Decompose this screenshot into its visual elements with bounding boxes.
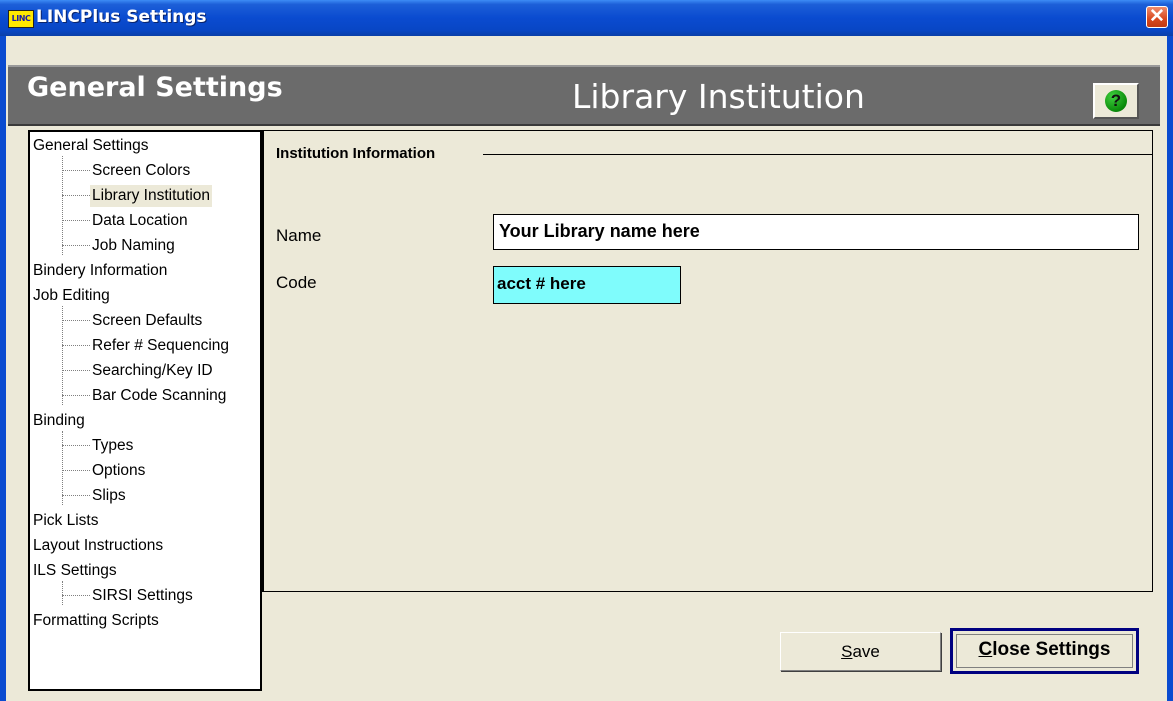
close-settings-button[interactable]: Close Settings: [950, 628, 1139, 674]
tree-item-screen-colors[interactable]: Screen Colors: [92, 160, 190, 182]
tree-connector: [62, 495, 90, 496]
code-label: Code: [276, 273, 317, 292]
tree-item-binding[interactable]: Binding: [33, 410, 85, 432]
focus-rectangle: [956, 634, 1133, 668]
tree-connector: [62, 370, 90, 371]
close-window-button[interactable]: ✕: [1146, 6, 1168, 28]
tree-connector: [62, 320, 90, 321]
page-title: Library Institution: [572, 77, 865, 116]
tree-connector: [62, 395, 90, 396]
tree-connector: [62, 170, 90, 171]
group-divider: [483, 154, 1153, 155]
content-panel: [262, 130, 1153, 592]
app-logo-icon: LINC: [8, 10, 34, 28]
tree-item-data-location[interactable]: Data Location: [92, 210, 188, 232]
name-field[interactable]: Your Library name here: [493, 214, 1139, 250]
group-title: Institution Information: [276, 145, 444, 162]
tree-item-searching-key-id[interactable]: Searching/Key ID: [92, 360, 213, 382]
tree-connector: [62, 431, 63, 505]
save-label: ave: [852, 642, 880, 661]
tree-item-job-editing[interactable]: Job Editing: [33, 285, 110, 307]
tree-connector: [62, 345, 90, 346]
window-frame-left: [0, 36, 6, 701]
tree-item-types[interactable]: Types: [92, 435, 133, 457]
tree-item-refer-sequencing[interactable]: Refer # Sequencing: [92, 335, 229, 357]
tree-item-formatting-scripts[interactable]: Formatting Scripts: [33, 610, 159, 632]
close-icon: ✕: [1149, 6, 1165, 27]
tree-connector: [62, 220, 90, 221]
tree-item-sirsi-settings[interactable]: SIRSI Settings: [92, 585, 193, 607]
tree-connector: [62, 581, 63, 605]
tree-connector: [62, 445, 90, 446]
tree-item-bar-code-scanning[interactable]: Bar Code Scanning: [92, 385, 226, 407]
tree-connector: [62, 470, 90, 471]
window-title: LINCPlus Settings: [36, 7, 207, 27]
tree-item-job-naming[interactable]: Job Naming: [92, 235, 175, 257]
title-bar[interactable]: LINC LINCPlus Settings ✕: [0, 0, 1173, 36]
code-field[interactable]: acct # here: [493, 266, 681, 304]
window-frame-right: [1167, 36, 1173, 701]
tree-item-general-settings[interactable]: General Settings: [33, 135, 148, 157]
tree-connector: [62, 245, 90, 246]
tree-item-screen-defaults[interactable]: Screen Defaults: [92, 310, 202, 332]
tree-item-ils-settings[interactable]: ILS Settings: [33, 560, 117, 582]
tree-item-layout-instructions[interactable]: Layout Instructions: [33, 535, 163, 557]
save-button[interactable]: Save: [780, 632, 941, 671]
settings-tree[interactable]: General Settings Screen Colors Library I…: [28, 130, 262, 691]
tree-item-options[interactable]: Options: [92, 460, 145, 482]
tree-connector: [62, 195, 90, 196]
tree-item-pick-lists[interactable]: Pick Lists: [33, 510, 98, 532]
help-button[interactable]: ?: [1093, 83, 1139, 119]
tree-item-bindery-information[interactable]: Bindery Information: [33, 260, 167, 282]
tree-connector: [62, 595, 90, 596]
tree-item-slips[interactable]: Slips: [92, 485, 126, 507]
help-icon: ?: [1105, 90, 1127, 112]
name-label: Name: [276, 226, 322, 245]
save-mnemonic: S: [841, 642, 853, 661]
section-title: General Settings: [27, 72, 283, 103]
tree-item-library-institution[interactable]: Library Institution: [90, 185, 213, 207]
